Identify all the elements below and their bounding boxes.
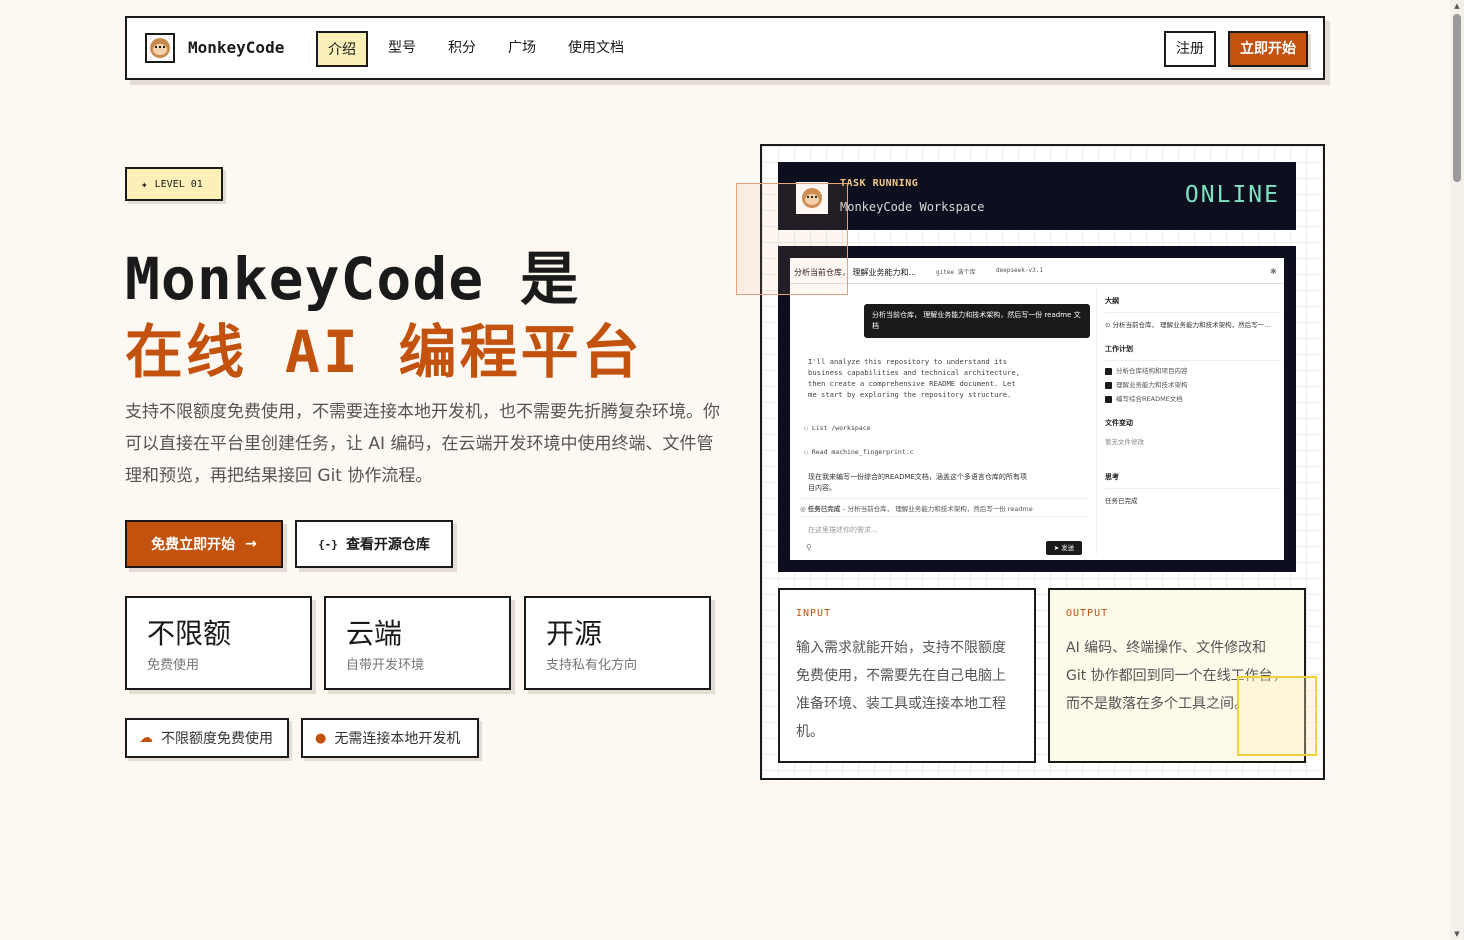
stat-small: 自带开发环境 xyxy=(346,658,425,673)
files-section: 文件变动 暂无文件修改 xyxy=(1105,418,1281,446)
user-message: 分析当前仓库， 理解业务能力和技术架构，然后写一份 readme 文档 xyxy=(864,304,1090,338)
plan-item-label: 编写综合README文档 xyxy=(1116,395,1183,403)
ai-reply-cn: 现在我来编写一份综合的README文档，涵盖这个多语言仓库的所有项目内容。 xyxy=(808,473,1027,492)
nav-item-intro[interactable]: 介绍 xyxy=(316,31,368,67)
input-text: 输入需求就能开始，支持不限额度免费使用，不需要先在自己电脑上准备环境、装工具或连… xyxy=(796,640,1006,740)
view-repo-label: 查看开源仓库 xyxy=(345,537,430,553)
ai-reply: I'll analyze this repository to understa… xyxy=(808,357,1021,399)
scroll-down-icon[interactable]: ▼ xyxy=(1453,930,1461,938)
attach-icon[interactable]: ⚲ xyxy=(806,543,812,552)
plan-item: 编写综合README文档 xyxy=(1105,393,1281,403)
repo-tag: gitee 该个库 xyxy=(936,269,976,276)
workspace-header: TASK RUNNING MonkeyCode Workspace ONLINE xyxy=(778,162,1296,230)
tool-call-label: Read machine_fingerprint.c xyxy=(811,448,914,456)
settings-icon[interactable]: ✱ xyxy=(1270,267,1277,276)
outline-item-label: 分析当前仓库， 理解业务能力和技术架构，然后写一... xyxy=(1112,321,1271,329)
hero-title-line1: MonkeyCode 是 xyxy=(125,245,580,313)
online-status: ONLINE xyxy=(1184,182,1280,208)
output-label: OUTPUT xyxy=(1066,608,1109,619)
workspace-title: MonkeyCode Workspace xyxy=(840,200,985,214)
chat-input[interactable]: 在这里描述你的需求... ⚲ ➤ 发送 xyxy=(800,516,1088,558)
cloud-icon: ☁ xyxy=(139,730,153,746)
plan-item-label: 分析仓库结构和项目内容 xyxy=(1116,367,1188,375)
arrow-right-icon: → xyxy=(245,536,257,552)
chip-unlimited: ☁ 不限额度免费使用 xyxy=(125,718,289,758)
chat-area: 分析当前仓库， 理解业务能力和技术架构，然后写一份 readme 文档 I'll… xyxy=(798,288,1090,558)
level-badge-label: LEVEL 01 xyxy=(154,178,203,190)
files-empty: 暂无文件修改 xyxy=(1105,438,1144,446)
level-badge: ✦ LEVEL 01 xyxy=(125,167,223,201)
plan-item: 理解业务能力和技术架构 xyxy=(1105,379,1281,389)
plan-item-label: 理解业务能力和技术架构 xyxy=(1116,381,1188,389)
nav-item-models[interactable]: 型号 xyxy=(378,31,426,67)
task-done-row: ◎ 任务已完成 – 分析当前仓库， 理解业务能力和技术架构，然后写一份 read… xyxy=(800,498,1090,513)
chip-no-local: ● 无需连接本地开发机 xyxy=(301,718,479,758)
plan-section: 工作计划 分析仓库结构和项目内容 理解业务能力和技术架构 编写综合README文… xyxy=(1105,344,1281,403)
stat-card-opensource: 开源 支持私有化方向 xyxy=(524,596,711,690)
check-circle-icon: ◎ xyxy=(800,505,806,513)
checkbox-icon xyxy=(1105,395,1112,403)
start-now-button[interactable]: 立即开始 xyxy=(1228,31,1308,67)
tool-call-label: List /workspace xyxy=(811,424,871,432)
github-icon: ● xyxy=(315,730,327,746)
scrollbar-thumb[interactable] xyxy=(1453,14,1461,182)
stat-small: 免费使用 xyxy=(147,658,200,673)
view-repo-button[interactable]: {-} 查看开源仓库 xyxy=(295,520,453,568)
nav-item-square[interactable]: 广场 xyxy=(498,31,546,67)
code-bracket-icon: {-} xyxy=(318,537,338,551)
input-label: INPUT xyxy=(796,608,832,619)
stat-small: 支持私有化方向 xyxy=(546,658,638,673)
free-start-button[interactable]: 免费立即开始 → xyxy=(125,520,283,568)
thinking-text: 任务已完成 xyxy=(1105,497,1138,505)
scroll-up-icon[interactable]: ▲ xyxy=(1453,2,1461,10)
chat-input-placeholder: 在这里描述你的需求... xyxy=(808,526,878,534)
thinking-heading: 思考 xyxy=(1105,473,1119,481)
outline-section: 大纲 ⊙ 分析当前仓库， 理解业务能力和技术架构，然后写一... xyxy=(1105,296,1281,329)
brand-name[interactable]: MonkeyCode xyxy=(188,38,284,57)
hero-description: 支持不限额度免费使用，不需要连接本地开发机，也不需要先折腾复杂环境。你可以直接在… xyxy=(125,402,720,486)
checkbox-icon xyxy=(1105,381,1112,389)
task-sidebar: 大纲 ⊙ 分析当前仓库， 理解业务能力和技术架构，然后写一... 工作计划 分析… xyxy=(1096,288,1281,554)
workspace-app: 分析当前仓库， 理解业务能力和... gitee 该个库 deepseek-v3… xyxy=(790,258,1284,560)
model-tag: deepseek-v3.1 xyxy=(996,267,1043,274)
plan-heading: 工作计划 xyxy=(1105,345,1133,353)
input-card: INPUT 输入需求就能开始，支持不限额度免费使用，不需要先在自己电脑上准备环境… xyxy=(778,588,1036,763)
page-scrollbar[interactable]: ▲ ▼ xyxy=(1450,0,1464,940)
sparkle-icon: ✦ xyxy=(141,177,148,191)
nav-item-credits[interactable]: 积分 xyxy=(438,31,486,67)
outline-heading: 大纲 xyxy=(1105,297,1119,305)
decorative-square xyxy=(1237,676,1317,756)
register-button[interactable]: 注册 xyxy=(1164,31,1216,67)
stat-card-cloud: 云端 自带开发环境 xyxy=(324,596,511,690)
chip-label: 无需连接本地开发机 xyxy=(334,731,461,747)
thinking-section: 思考 任务已完成 xyxy=(1105,472,1281,505)
hero-title-line2: 在线 AI 编程平台 xyxy=(125,318,643,386)
task-status-label: TASK RUNNING xyxy=(840,178,919,189)
top-navbar: MonkeyCode 介绍 型号 积分 广场 使用文档 注册 立即开始 xyxy=(125,16,1325,80)
tool-call-read: ◌ Read machine_fingerprint.c xyxy=(804,448,914,456)
send-button[interactable]: ➤ 发送 xyxy=(1046,541,1082,555)
nav-item-docs[interactable]: 使用文档 xyxy=(558,31,634,67)
monkey-logo-icon[interactable] xyxy=(145,33,175,63)
free-start-label: 免费立即开始 xyxy=(151,537,236,553)
send-label: 发送 xyxy=(1061,544,1075,552)
plan-item: 分析仓库结构和项目内容 xyxy=(1105,365,1281,375)
done-text: 分析当前仓库， 理解业务能力和技术架构，然后写一份 readme xyxy=(847,505,1033,513)
done-label: 任务已完成 xyxy=(807,505,841,513)
files-heading: 文件变动 xyxy=(1105,419,1133,427)
workspace-screenshot: 分析当前仓库， 理解业务能力和... gitee 该个库 deepseek-v3… xyxy=(778,246,1296,572)
task-tab-row: 分析当前仓库， 理解业务能力和... gitee 该个库 deepseek-v3… xyxy=(790,258,1284,284)
checkbox-icon xyxy=(1105,367,1112,375)
stat-big: 开源 xyxy=(546,617,603,650)
stat-big: 云端 xyxy=(346,617,403,650)
stat-big: 不限额 xyxy=(147,617,232,650)
decorative-square xyxy=(736,183,848,295)
stat-card-unlimited: 不限额 免费使用 xyxy=(125,596,312,690)
chip-label: 不限额度免费使用 xyxy=(161,731,273,747)
outline-item[interactable]: ⊙ 分析当前仓库， 理解业务能力和技术架构，然后写一... xyxy=(1105,319,1281,329)
tool-call-list: ◌ List /workspace xyxy=(804,424,871,432)
